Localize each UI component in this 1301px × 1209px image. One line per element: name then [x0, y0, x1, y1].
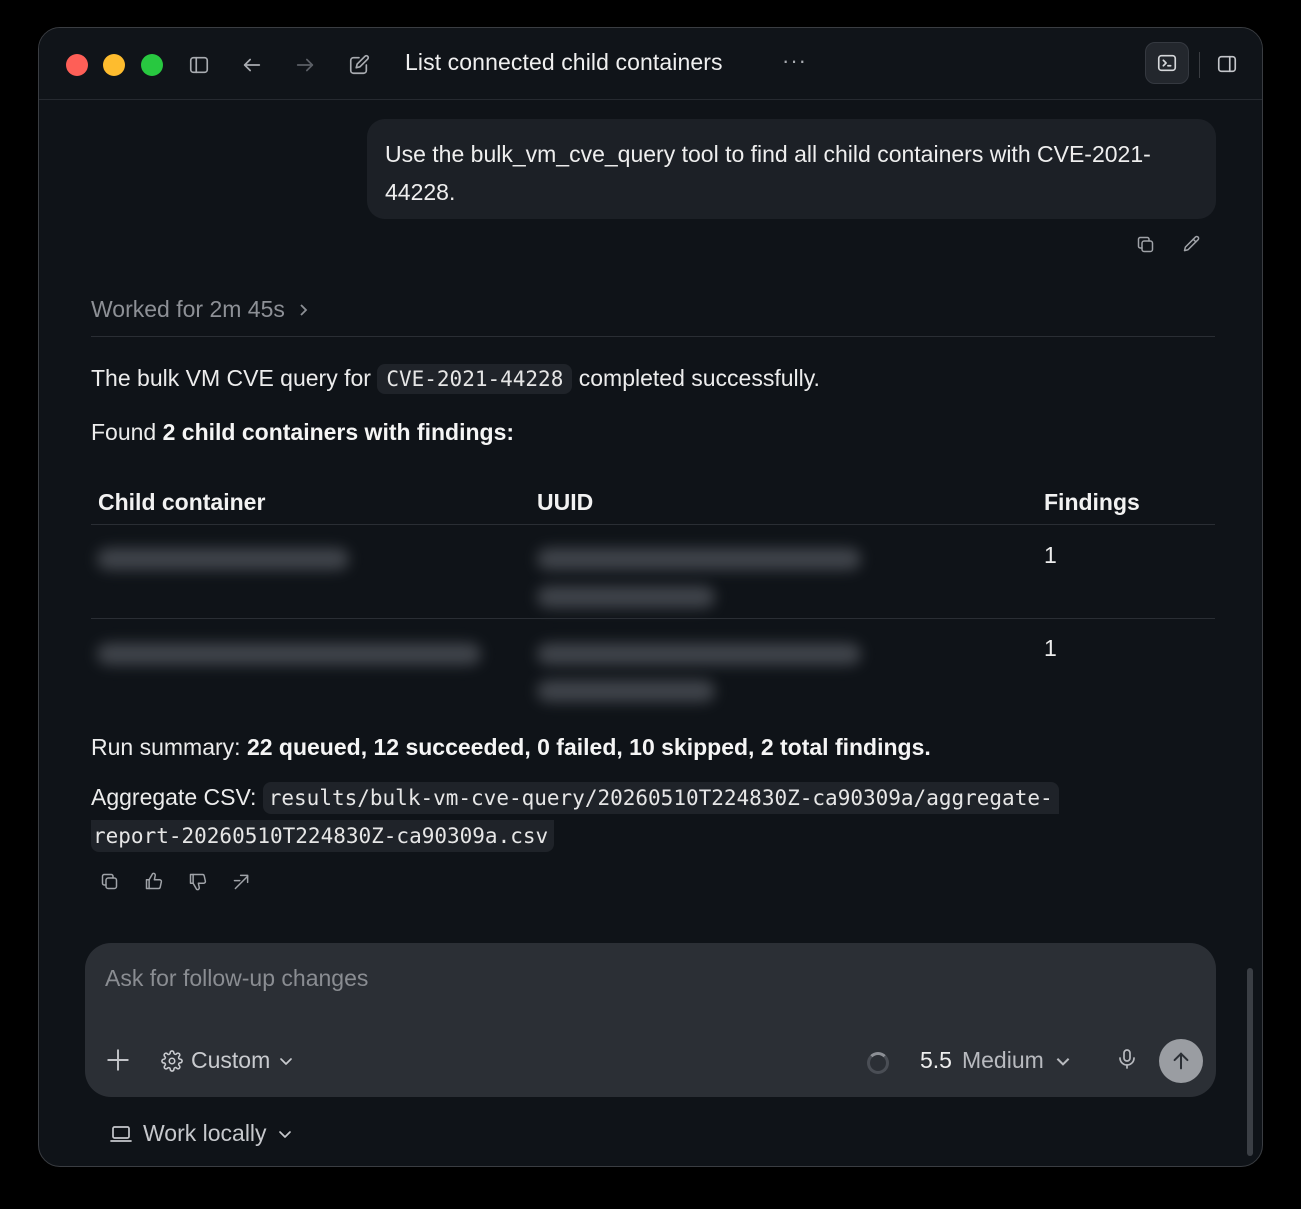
user-message-text: Use the bulk_vm_cve_query tool to find a…	[385, 141, 1151, 205]
thumbs-up-icon[interactable]	[141, 869, 165, 893]
table-row-divider	[91, 618, 1215, 619]
window-title: List connected child containers	[405, 49, 723, 75]
plus-icon[interactable]	[105, 1047, 131, 1078]
redacted-uuid	[537, 586, 715, 608]
compose-icon[interactable]	[344, 50, 374, 80]
table-header-container: Child container	[98, 489, 266, 515]
send-button[interactable]	[1159, 1039, 1203, 1083]
response-bold-text: 2 child containers with findings:	[162, 419, 515, 445]
panel-toggle-button[interactable]	[1211, 48, 1243, 80]
chevron-right-icon	[300, 303, 308, 316]
composer: Custom 5.5 Medium	[85, 943, 1216, 1097]
model-selector[interactable]: 5.5 Medium	[920, 1047, 1072, 1074]
app-window: List connected child containers ··· Use …	[38, 27, 1263, 1167]
gear-icon	[161, 1049, 183, 1072]
follow-up-input[interactable]	[105, 965, 1005, 992]
chevron-down-icon	[1056, 1057, 1070, 1066]
redacted-uuid	[537, 548, 861, 570]
terminal-toggle-button[interactable]	[1145, 42, 1189, 84]
run-summary-label: Run summary:	[91, 734, 241, 760]
sidebar-toggle-icon[interactable]	[184, 50, 214, 80]
arrow-left-icon[interactable]	[237, 50, 267, 80]
table-header-findings: Findings	[1044, 489, 1140, 515]
aggregate-csv-line-1: Aggregate CSV: results/bulk-vm-cve-query…	[91, 782, 1059, 814]
terminal-icon	[1157, 54, 1177, 72]
copy-icon[interactable]	[97, 869, 121, 893]
spinner-icon	[867, 1052, 889, 1074]
worked-for-toggle[interactable]: Worked for 2m 45s	[91, 296, 311, 323]
arrow-up-icon	[1173, 1052, 1189, 1070]
arrow-right-icon[interactable]	[290, 50, 320, 80]
mode-dropdown[interactable]: Custom	[161, 1047, 294, 1074]
run-summary-values: 22 queued, 12 succeeded, 0 failed, 10 sk…	[246, 734, 931, 760]
redacted-uuid	[537, 680, 715, 702]
run-summary: Run summary: 22 queued, 12 succeeded, 0 …	[91, 734, 931, 761]
mode-label: Custom	[191, 1047, 271, 1073]
csv-path-code: report-20260510T224830Z-ca90309a.csv	[91, 820, 555, 852]
laptop-icon	[110, 1125, 132, 1142]
user-message-actions	[1133, 232, 1203, 256]
response-text: The bulk VM CVE query for	[91, 365, 371, 391]
titlebar-divider	[1199, 52, 1200, 78]
chevron-down-icon	[280, 1057, 293, 1065]
aggregate-csv-label: Aggregate CSV:	[91, 784, 257, 810]
model-version: 5.5	[920, 1047, 952, 1073]
user-message-bubble: Use the bulk_vm_cve_query tool to find a…	[367, 119, 1216, 219]
inline-code-cve: CVE-2021-44228	[377, 364, 573, 394]
more-options-button[interactable]: ···	[782, 48, 807, 74]
panel-icon	[1217, 55, 1237, 73]
response-text: completed successfully.	[578, 365, 820, 391]
table-header-divider	[91, 524, 1215, 525]
findings-count: 1	[1044, 542, 1057, 568]
table-header-uuid: UUID	[537, 489, 594, 515]
response-actions	[97, 869, 253, 893]
title-bar: List connected child containers ···	[39, 28, 1262, 100]
share-icon[interactable]	[229, 869, 253, 893]
thumbs-down-icon[interactable]	[185, 869, 209, 893]
response-line-1: The bulk VM CVE query for CVE-2021-44228…	[91, 364, 820, 394]
copy-icon[interactable]	[1133, 232, 1157, 256]
csv-path-code: results/bulk-vm-cve-query/20260510T22483…	[262, 782, 1059, 814]
minimize-window-button[interactable]	[103, 54, 125, 76]
response-text: Found	[91, 419, 157, 445]
scrollbar[interactable]	[1247, 968, 1253, 1156]
work-locally-label: Work locally	[143, 1120, 267, 1146]
model-level: Medium	[961, 1047, 1044, 1073]
redacted-container-name	[97, 643, 481, 665]
worked-for-label: Worked for 2m 45s	[91, 296, 285, 322]
mic-icon[interactable]	[1115, 1047, 1139, 1076]
response-line-2: Found 2 child containers with findings:	[91, 419, 514, 446]
redacted-uuid	[537, 643, 861, 665]
pencil-icon[interactable]	[1179, 232, 1203, 256]
aggregate-csv-line-2: report-20260510T224830Z-ca90309a.csv	[91, 820, 555, 852]
chevron-down-icon	[278, 1130, 291, 1138]
findings-count: 1	[1044, 635, 1057, 661]
close-window-button[interactable]	[66, 54, 88, 76]
redacted-container-name	[97, 548, 349, 570]
section-divider	[91, 336, 1215, 337]
maximize-window-button[interactable]	[141, 54, 163, 76]
work-locally-dropdown[interactable]: Work locally	[109, 1120, 293, 1147]
